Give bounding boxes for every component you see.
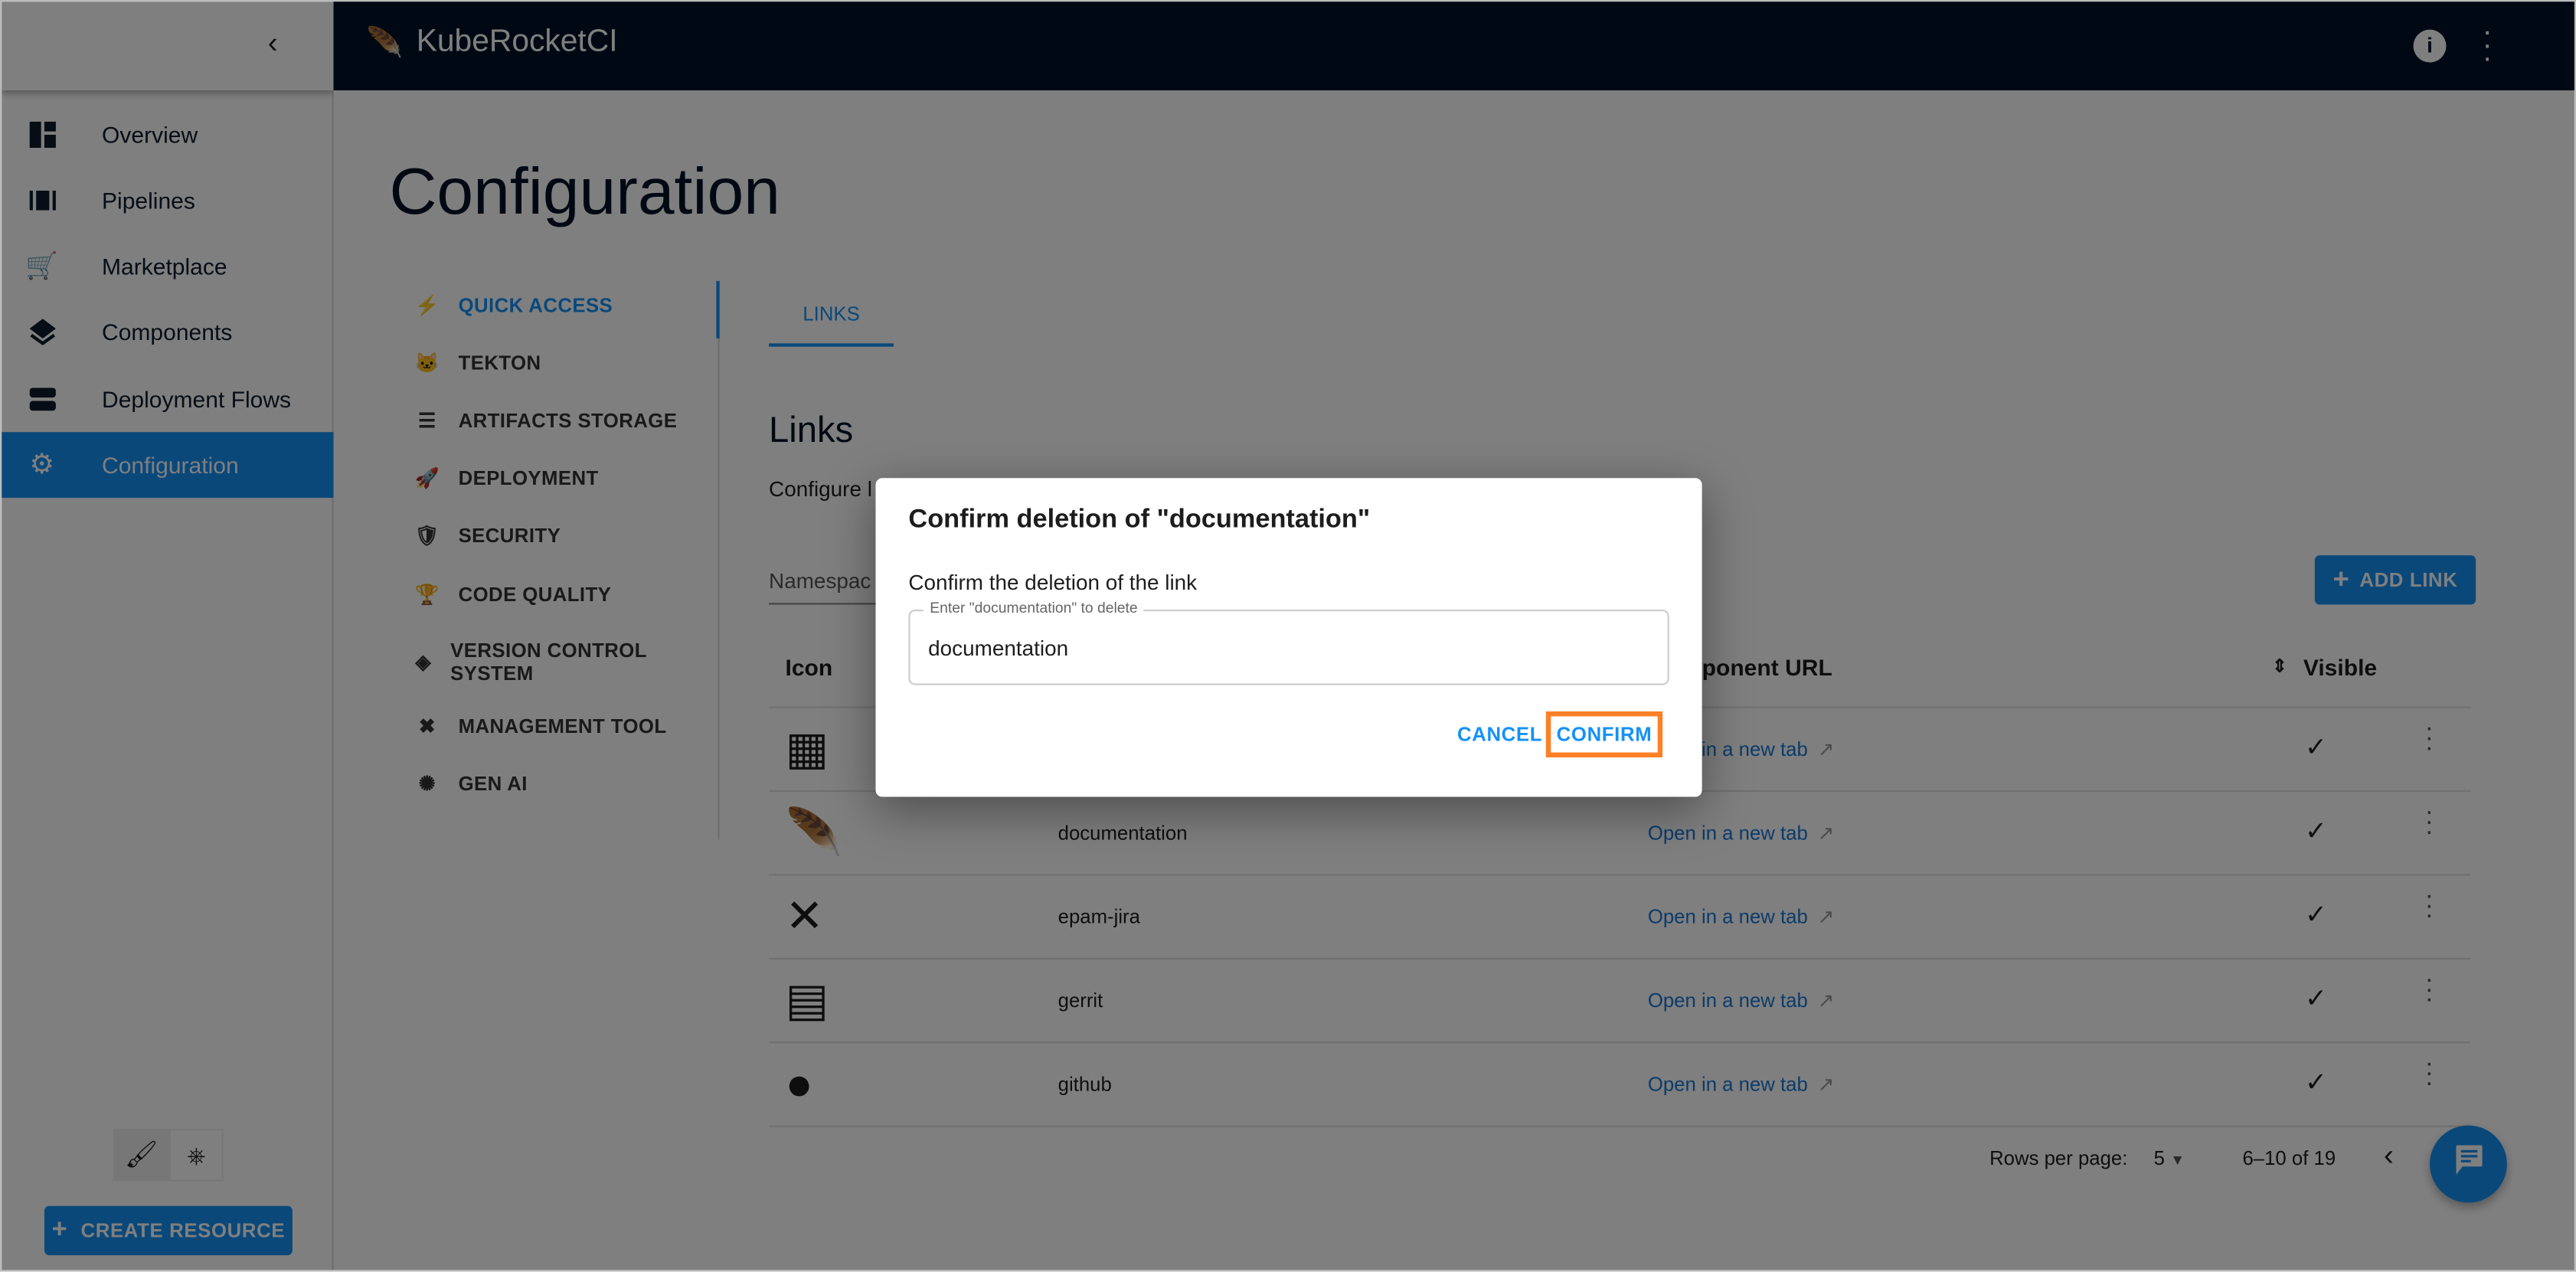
confirm-delete-dialog: Confirm deletion of "documentation" Conf… <box>875 478 1702 797</box>
dialog-title: Confirm deletion of "documentation" <box>908 505 1371 535</box>
input-label: Enter "documentation" to delete <box>923 600 1145 616</box>
dialog-message: Confirm the deletion of the link <box>908 570 1198 595</box>
cancel-button[interactable]: CANCEL <box>1457 723 1542 746</box>
confirm-label: CONFIRM <box>1556 722 1652 747</box>
confirm-name-input[interactable]: Enter "documentation" to delete document… <box>908 600 1669 685</box>
confirm-button[interactable]: CONFIRM <box>1545 711 1663 758</box>
input-value: documentation <box>928 636 1069 661</box>
app-root: Overview Pipelines 🛒Marketplace Componen… <box>0 0 2576 1272</box>
